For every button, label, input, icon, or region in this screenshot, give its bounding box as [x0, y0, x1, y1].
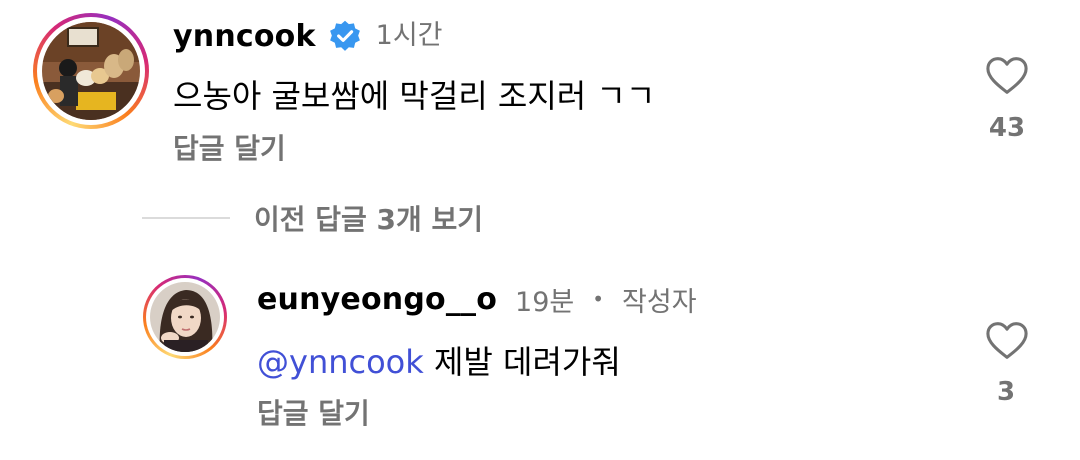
reply-button[interactable]: 답글 달기: [173, 127, 286, 167]
author-tag: 작성자: [622, 286, 697, 318]
verified-badge-icon: [328, 19, 362, 53]
separator-dot: •: [592, 287, 605, 311]
avatar: [150, 282, 220, 352]
heart-icon[interactable]: [985, 56, 1029, 96]
avatar-ring[interactable]: [143, 275, 227, 359]
like-count: 43: [988, 113, 1026, 143]
mention-link[interactable]: @ynncook: [257, 343, 424, 381]
view-previous-replies-button[interactable]: 이전 답글 3개 보기: [142, 198, 483, 238]
reply-body: 제발 데려가줘: [423, 343, 621, 381]
reply-header: eunyeongo__o 19분 • 작성자: [257, 277, 697, 321]
divider-line: [142, 217, 230, 219]
like-count: 3: [996, 377, 1016, 407]
reply-button[interactable]: 답글 달기: [257, 392, 370, 432]
username[interactable]: eunyeongo__o: [257, 282, 497, 317]
reply-time: 19분: [515, 286, 575, 318]
avatar-ring[interactable]: [33, 13, 149, 129]
comment-text: 으농아 굴보쌈에 막걸리 조지러 ㄱㄱ: [173, 77, 656, 115]
comment-header: ynncook 1시간: [173, 14, 443, 58]
heart-icon[interactable]: [985, 321, 1029, 361]
username[interactable]: ynncook: [173, 19, 316, 54]
view-previous-replies-label: 이전 답글 3개 보기: [254, 203, 484, 236]
comment-time: 1시간: [375, 19, 443, 51]
avatar: [42, 22, 140, 120]
reply-text: @ynncook 제발 데려가줘: [257, 337, 621, 383]
